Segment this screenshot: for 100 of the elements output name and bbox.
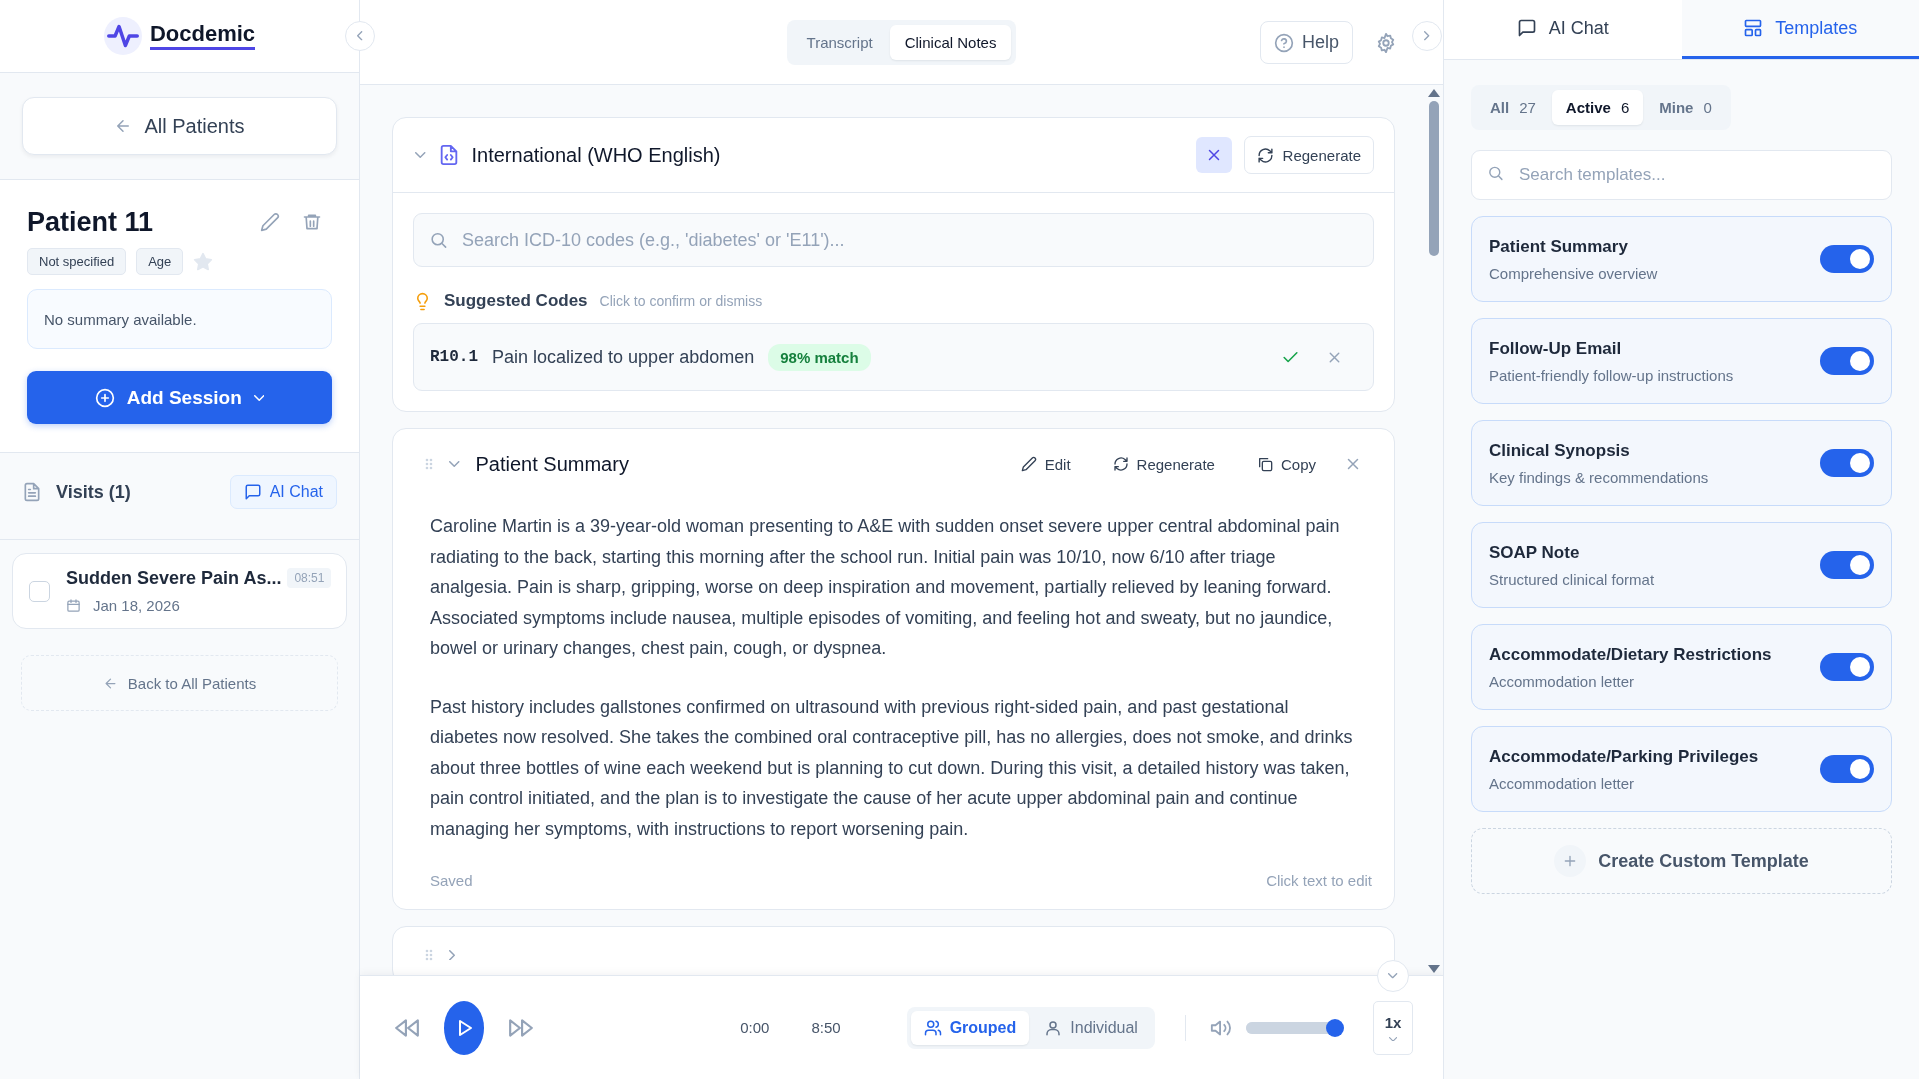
code-description: Pain localized to upper abdomen — [492, 346, 755, 368]
card-title: International (WHO English) — [471, 143, 721, 167]
trash-icon — [302, 212, 322, 232]
template-name: Accommodate/Parking Privileges — [1489, 746, 1760, 767]
pencil-icon — [1020, 456, 1037, 472]
back-to-patients-button[interactable]: Back to All Patients — [21, 655, 338, 711]
help-icon — [1273, 32, 1294, 53]
speed-button[interactable]: 1x — [1373, 1000, 1413, 1055]
template-name: Accommodate/Dietary Restrictions — [1489, 644, 1773, 665]
refresh-icon — [1256, 146, 1274, 164]
chat-icon — [243, 483, 262, 501]
visits-heading: Visits (1) — [56, 481, 131, 503]
current-time: 0:00 — [740, 1019, 770, 1036]
volume-slider[interactable] — [1245, 1021, 1341, 1034]
regenerate-button[interactable]: Regenerate — [1243, 136, 1374, 174]
patient-name: Patient 11 — [27, 206, 155, 238]
visit-card[interactable]: Sudden Severe Pain As... 08:51 Jan 18, 2026 — [12, 553, 347, 629]
match-badge: 98% match — [768, 343, 871, 371]
template-card[interactable]: SOAP Note Structured clinical format — [1471, 522, 1892, 608]
summary-text: No summary available. — [44, 310, 197, 328]
template-description: Key findings & recommendations — [1489, 468, 1710, 486]
visit-title: Sudden Severe Pain As... — [66, 568, 282, 589]
star-icon — [193, 251, 214, 272]
chevron-right-icon — [1424, 31, 1430, 41]
layout-icon — [1743, 18, 1764, 38]
view-tab[interactable]: Clinical Notes — [889, 24, 1012, 60]
view-mode-tab[interactable]: Individual — [1031, 1010, 1151, 1045]
close-button[interactable] — [1195, 137, 1232, 173]
toggle-switch[interactable] — [1820, 755, 1874, 783]
view-tab[interactable]: Transcript — [791, 24, 888, 60]
panel-tab[interactable]: AI Chat — [1444, 0, 1682, 59]
people-icon — [923, 1018, 942, 1037]
ai-chat-button[interactable]: AI Chat — [229, 475, 337, 509]
edit-button[interactable]: Edit — [1010, 449, 1081, 479]
play-button[interactable] — [444, 1000, 485, 1055]
regenerate-button[interactable]: Regenerate — [1102, 449, 1225, 479]
search-field[interactable]: Search templates... — [1471, 150, 1892, 200]
total-time: 8:50 — [811, 1019, 841, 1036]
suggested-code-row[interactable]: R10.1 Pain localized to upper abdomen 98% match — [413, 323, 1374, 391]
template-description: Accommodation letter — [1489, 672, 1636, 690]
filter-tab[interactable]: Mine 0 — [1645, 90, 1726, 125]
scroll-down-button[interactable] — [1377, 960, 1409, 992]
template-name: Patient Summary — [1489, 236, 1629, 257]
hint-text: Click to confirm or dismiss — [599, 293, 763, 309]
filter-tab[interactable]: All 27 — [1476, 90, 1550, 125]
plus-circle-icon — [94, 387, 115, 408]
add-session-button[interactable]: Add Session — [27, 371, 332, 424]
chevron-down-icon — [449, 461, 460, 467]
template-name: Follow-Up Email — [1489, 338, 1623, 359]
chevron-left-icon — [357, 31, 363, 41]
toggle-switch[interactable] — [1820, 347, 1874, 375]
chevron-down-icon — [253, 394, 265, 401]
view-mode-tab[interactable]: Grouped — [910, 1010, 1030, 1045]
search-field[interactable]: Search ICD-10 codes (e.g., 'diabetes' or 'E11')... — [413, 213, 1374, 267]
template-card[interactable]: Follow-Up Email Patient-friendly follow-up instructions — [1471, 318, 1892, 404]
icd-code: R10.1 — [430, 348, 478, 366]
template-description: Comprehensive overview — [1489, 264, 1659, 282]
person-icon — [1044, 1018, 1063, 1037]
toggle-switch[interactable] — [1820, 551, 1874, 579]
visit-date: Jan 18, 2026 — [93, 597, 180, 614]
arrow-left-icon — [102, 675, 118, 691]
template-description: Patient-friendly follow-up instructions — [1489, 366, 1735, 384]
save-status: Saved — [430, 872, 473, 889]
template-name: Clinical Synopsis — [1489, 440, 1631, 461]
app-logo[interactable]: Docdemic — [149, 22, 256, 50]
note-paragraph[interactable]: Caroline Martin is a 39-year-old woman presenting to A&E with sudden onset severe upper central abdominal pain radiating to the back, starting this morning after the school run. Initial pain was 10/10, now 6/10 after triage analgesia. Pain is sharp, gripping, worse on deep inspiration and movement, partially relieved by leaning forward. Associated symptoms include nausea, multiple episodes of vomiting, and feeling hot and sweaty, but no jaundice, bowel or urinary changes, chest pain, cough, or dyspnea. — [430, 511, 1354, 664]
toggle-switch[interactable] — [1820, 653, 1874, 681]
template-description: Accommodation letter — [1489, 774, 1636, 792]
template-card[interactable]: Accommodate/Dietary Restrictions Accommodation letter — [1471, 624, 1892, 710]
all-patients-button[interactable]: All Patients — [22, 97, 337, 155]
chevron-down-icon — [1388, 973, 1398, 979]
template-card[interactable]: Patient Summary Comprehensive overview — [1471, 216, 1892, 302]
panel-tab[interactable]: Templates — [1681, 0, 1919, 59]
chevron-down-icon — [415, 152, 426, 158]
document-icon — [22, 482, 42, 502]
create-template-button[interactable]: Create Custom Template — [1471, 828, 1892, 894]
copy-button[interactable]: Copy — [1246, 449, 1326, 479]
duration-badge: 08:51 — [287, 568, 332, 588]
patient-tag: Not specified — [27, 248, 127, 275]
template-card[interactable]: Accommodate/Parking Privileges Accommodation letter — [1471, 726, 1892, 812]
chevron-right-icon — [449, 949, 455, 961]
toggle-switch[interactable] — [1820, 245, 1874, 273]
refresh-icon — [1112, 456, 1129, 472]
calendar-icon — [66, 598, 81, 613]
hint-text: Click text to edit — [1266, 872, 1372, 889]
template-description: Structured clinical format — [1489, 570, 1656, 588]
card-title: Patient Summary — [475, 452, 629, 476]
logo-icon — [103, 17, 142, 55]
patient-tag: Age — [136, 248, 184, 275]
section-title: Suggested Codes — [444, 291, 588, 311]
pencil-icon — [260, 212, 280, 232]
chevron-down-icon — [1388, 1036, 1398, 1042]
settings-icon — [1375, 31, 1397, 54]
toggle-switch[interactable] — [1820, 449, 1874, 477]
visit-checkbox[interactable] — [29, 580, 50, 602]
template-name: SOAP Note — [1489, 542, 1581, 563]
help-button[interactable]: Help — [1259, 21, 1353, 64]
template-card[interactable]: Clinical Synopsis Key findings & recommendations — [1471, 420, 1892, 506]
note-paragraph[interactable]: Past history includes gallstones confirmed on ultrasound with previous right-sided pain, and past gestational diabetes now resolved. She takes the combined oral contraceptive pill, has no allergies, does not smoke, and drinks about three bottles of wine each weekend but is planning to cut down. During this visit, a detailed history was taken, pain control initiated, and the plan is to investigate the cause of her acute upper abdominal pain and continue managing her symptoms, with instructions to report worsening pain. — [430, 691, 1354, 844]
filter-tab[interactable]: Active 6 — [1551, 90, 1644, 125]
